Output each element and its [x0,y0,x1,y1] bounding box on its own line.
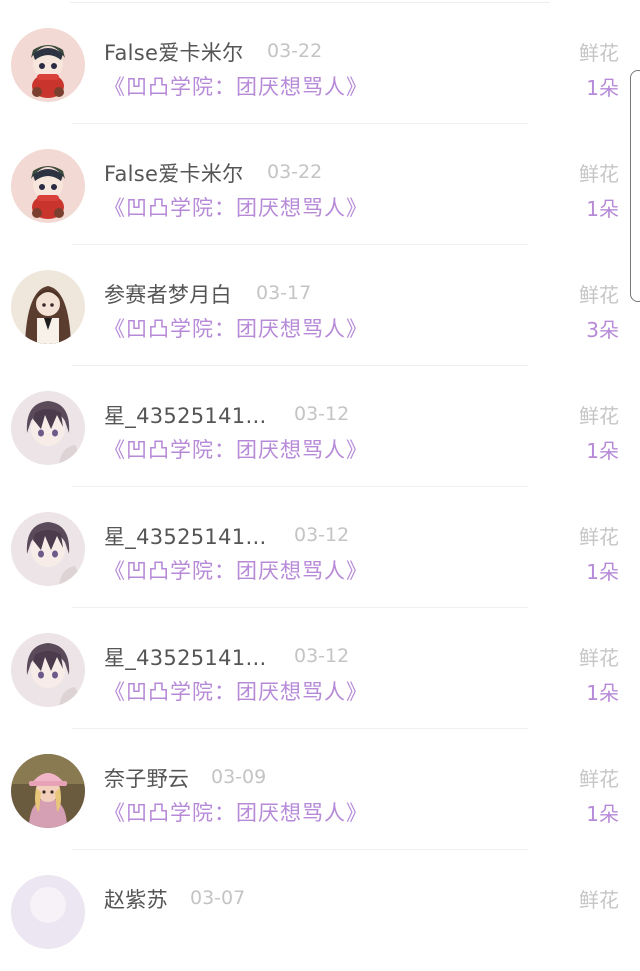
user-name[interactable]: 星_43525141… [104,400,267,430]
gift-type: 鲜花 [579,767,619,791]
gift-record-list: False爱卡米尔 03-22 《凹凸学院：团厌想骂人》 鲜花 1朵 False… [0,0,640,949]
book-title-link[interactable]: 《凹凸学院：团厌想骂人》 [104,192,368,222]
gift-count: 1朵 [586,197,619,221]
long-hair-girl-avatar-icon [11,270,85,344]
list-item[interactable]: 赵紫苏 03-07 鲜花 [0,850,640,971]
record-date: 03-07 [190,887,246,909]
record-date: 03-12 [294,403,350,425]
dark-hair-boy-avatar-icon [11,512,85,586]
dark-hair-boy-avatar-icon [11,391,85,465]
gift-type: 鲜花 [579,525,619,549]
gift-type: 鲜花 [579,162,619,186]
record-date: 03-12 [294,645,350,667]
record-date: 03-12 [294,524,350,546]
chibi-red-scarf-avatar-icon [11,28,85,102]
list-item[interactable]: 星_43525141… 03-12 《凹凸学院：团厌想骂人》 鲜花 1朵 [0,608,640,729]
scroll-indicator[interactable] [630,70,640,302]
book-title-link[interactable]: 《凹凸学院：团厌想骂人》 [104,555,368,585]
record-date: 03-17 [256,282,312,304]
user-name[interactable]: 赵紫苏 [104,884,168,914]
list-item[interactable]: 星_43525141… 03-12 《凹凸学院：团厌想骂人》 鲜花 1朵 [0,366,640,487]
gift-count: 1朵 [586,681,619,705]
avatar[interactable] [11,633,85,707]
gift-type: 鲜花 [579,41,619,65]
avatar[interactable] [11,875,85,949]
list-item[interactable]: False爱卡米尔 03-22 《凹凸学院：团厌想骂人》 鲜花 1朵 [0,3,640,124]
gift-type: 鲜花 [579,404,619,428]
gift-count: 1朵 [586,802,619,826]
avatar[interactable] [11,149,85,223]
record-date: 03-22 [267,161,323,183]
record-date: 03-22 [267,40,323,62]
record-date: 03-09 [211,766,267,788]
user-name[interactable]: 星_43525141… [104,521,267,551]
gift-type: 鲜花 [579,646,619,670]
chibi-red-scarf-avatar-icon [11,149,85,223]
gift-count: 1朵 [586,560,619,584]
gift-count: 3朵 [586,318,619,342]
book-title-link[interactable]: 《凹凸学院：团厌想骂人》 [104,313,368,343]
avatar[interactable] [11,754,85,828]
gift-count: 1朵 [586,76,619,100]
list-item[interactable]: 奈子野云 03-09 《凹凸学院：团厌想骂人》 鲜花 1朵 [0,729,640,850]
book-title-link[interactable]: 《凹凸学院：团厌想骂人》 [104,71,368,101]
user-name[interactable]: 参赛者梦月白 [104,279,232,309]
user-name[interactable]: False爱卡米尔 [104,37,243,67]
avatar[interactable] [11,28,85,102]
gift-type: 鲜花 [579,283,619,307]
book-title-link[interactable]: 《凹凸学院：团厌想骂人》 [104,797,368,827]
book-title-link[interactable]: 《凹凸学院：团厌想骂人》 [104,434,368,464]
pink-hat-girl-avatar-icon [11,754,85,828]
avatar[interactable] [11,391,85,465]
avatar[interactable] [11,270,85,344]
user-name[interactable]: False爱卡米尔 [104,158,243,188]
dark-hair-boy-avatar-icon [11,633,85,707]
book-title-link[interactable]: 《凹凸学院：团厌想骂人》 [104,676,368,706]
light-avatar-icon [11,875,85,949]
list-item[interactable]: 参赛者梦月白 03-17 《凹凸学院：团厌想骂人》 鲜花 3朵 [0,245,640,366]
gift-count: 1朵 [586,439,619,463]
list-item[interactable]: False爱卡米尔 03-22 《凹凸学院：团厌想骂人》 鲜花 1朵 [0,124,640,245]
user-name[interactable]: 星_43525141… [104,642,267,672]
user-name[interactable]: 奈子野云 [104,763,189,793]
gift-type: 鲜花 [579,888,619,912]
list-item[interactable]: 星_43525141… 03-12 《凹凸学院：团厌想骂人》 鲜花 1朵 [0,487,640,608]
avatar[interactable] [11,512,85,586]
